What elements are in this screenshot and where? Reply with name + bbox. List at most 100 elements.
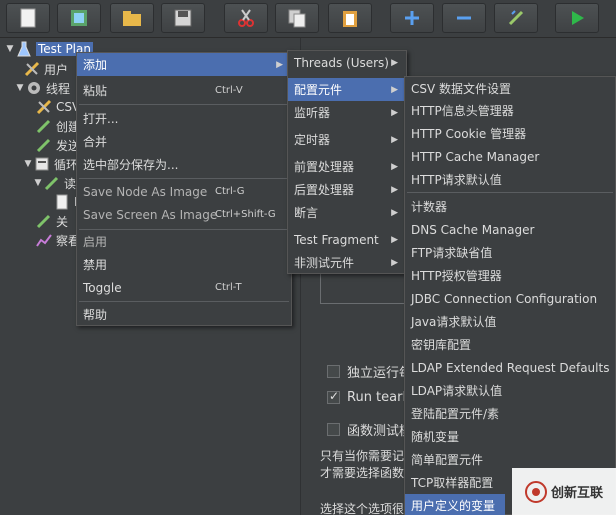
menu-item-java-request-defaults[interactable]: Java请求默认值 xyxy=(405,310,615,333)
menu-item-threads[interactable]: Threads (Users) ▶ xyxy=(288,51,406,74)
menu-item-assertion[interactable]: 断言 ▶ xyxy=(288,201,406,224)
menu-item-csv-data-set[interactable]: CSV 数据文件设置 xyxy=(405,77,615,100)
menu-item-label: 打开... xyxy=(83,112,119,126)
new-button[interactable] xyxy=(6,3,50,33)
open-button[interactable] xyxy=(110,3,154,33)
expand-toggle-icon[interactable]: ▼ xyxy=(32,178,44,188)
menu-item-save-selection[interactable]: 选中部分保存为... xyxy=(77,153,291,176)
menu-item-open[interactable]: 打开... xyxy=(77,107,291,130)
menu-item-label: Threads (Users) xyxy=(294,55,389,70)
menu-item-http-auth-manager[interactable]: HTTP授权管理器 xyxy=(405,264,615,287)
checkbox[interactable] xyxy=(327,423,340,436)
tree-node-loop[interactable]: ▼ 循环 xyxy=(22,155,78,173)
collapse-button[interactable] xyxy=(442,3,486,33)
tree-node-thread-group[interactable]: ▼ 线程 xyxy=(14,79,70,97)
save-button[interactable] xyxy=(161,3,205,33)
menu-item-listener[interactable]: 监听器 ▶ xyxy=(288,101,406,124)
run-independent-checkbox-row[interactable]: 独立运行每 xyxy=(327,362,412,381)
functional-test-checkbox-row[interactable]: 函数测试模 xyxy=(327,420,412,439)
menu-item-paste[interactable]: 粘贴 Ctrl-V xyxy=(77,79,291,102)
copy-button[interactable] xyxy=(275,3,319,33)
tree-node-label: 线程 xyxy=(46,81,71,96)
menu-item-label: LDAP请求默认值 xyxy=(411,384,503,398)
menu-item-label: 定时器 xyxy=(294,133,331,147)
tree-node-create[interactable]: 创建 xyxy=(36,117,80,135)
menu-item-merge[interactable]: 合并 xyxy=(77,130,291,153)
menu-item-non-test-element[interactable]: 非测试元件 ▶ xyxy=(288,251,406,274)
menu-item-label: 断言 xyxy=(294,206,319,220)
menu-item-enable[interactable]: 启用 xyxy=(77,230,291,253)
menu-item-disable[interactable]: 禁用 xyxy=(77,253,291,276)
toggle-button[interactable] xyxy=(494,3,538,33)
menu-item-ldap-request-defaults[interactable]: LDAP请求默认值 xyxy=(405,379,615,402)
menu-item-timer[interactable]: 定时器 ▶ xyxy=(288,128,406,151)
menu-item-add[interactable]: 添加 ▶ xyxy=(77,53,291,76)
tree-node-read[interactable]: ▼ 读 xyxy=(32,174,76,192)
menu-item-http-cookie-manager[interactable]: HTTP Cookie 管理器 xyxy=(405,122,615,145)
shortcut-label: Ctrl-V xyxy=(215,85,243,96)
tree-node-users[interactable]: 用户 xyxy=(24,60,68,78)
templates-icon xyxy=(71,10,87,26)
tree-node-label: 用户 xyxy=(44,62,69,77)
menu-item-label: Test Fragment xyxy=(294,232,379,247)
expand-toggle-icon[interactable]: ▼ xyxy=(22,159,34,169)
menu-item-preprocessor[interactable]: 前置处理器 ▶ xyxy=(288,155,406,178)
expand-toggle-icon[interactable]: ▼ xyxy=(4,44,16,54)
watermark-logo: 创新互联 xyxy=(512,468,616,515)
templates-button[interactable] xyxy=(57,3,101,33)
flask-icon xyxy=(17,41,31,57)
menu-item-test-fragment[interactable]: Test Fragment ▶ xyxy=(288,228,406,251)
paste-button[interactable] xyxy=(328,3,372,33)
menu-item-label: JDBC Connection Configuration xyxy=(411,291,598,306)
tree-node-csv[interactable]: CSV xyxy=(36,98,80,116)
menu-item-http-header-manager[interactable]: HTTP信息头管理器 xyxy=(405,99,615,122)
start-button[interactable] xyxy=(555,3,599,33)
menu-item-label: 合并 xyxy=(83,135,108,149)
menu-item-http-cache-manager[interactable]: HTTP Cache Manager xyxy=(405,145,615,168)
config-element-submenu: CSV 数据文件设置 HTTP信息头管理器 HTTP Cookie 管理器 HT… xyxy=(404,76,616,515)
paste-icon xyxy=(343,11,357,27)
menu-item-postprocessor[interactable]: 后置处理器 ▶ xyxy=(288,178,406,201)
menu-item-toggle[interactable]: Toggle Ctrl-T xyxy=(77,276,291,299)
document-icon xyxy=(56,194,68,210)
menu-item-counter[interactable]: 计数器 xyxy=(405,195,615,218)
tree-node-label: 循环 xyxy=(54,157,79,172)
submenu-arrow-icon: ▶ xyxy=(276,59,283,70)
checkbox[interactable] xyxy=(327,389,340,404)
expand-toggle-icon[interactable]: ▼ xyxy=(14,83,26,93)
new-icon xyxy=(20,8,36,28)
checkbox-label: 独立运行每 xyxy=(347,366,413,381)
menu-item-label: Toggle xyxy=(83,280,122,295)
menu-item-user-defined-variables[interactable]: 用户定义的变量 xyxy=(405,494,505,515)
checkbox[interactable] xyxy=(327,365,340,378)
submenu-arrow-icon: ▶ xyxy=(391,57,398,68)
shortcut-label: Ctrl+Shift-G xyxy=(215,209,276,220)
menu-item-keystore-config[interactable]: 密钥库配置 xyxy=(405,333,615,356)
menu-item-random-variable[interactable]: 随机变量 xyxy=(405,425,615,448)
menu-item-ldap-extended-defaults[interactable]: LDAP Extended Request Defaults xyxy=(405,356,615,379)
start-icon xyxy=(572,11,584,25)
menu-item-label: Java请求默认值 xyxy=(411,315,497,329)
menu-item-help[interactable]: 帮助 xyxy=(77,303,291,326)
pipette-icon xyxy=(36,119,51,134)
menu-item-save-node-image[interactable]: Save Node As Image Ctrl-G xyxy=(77,180,291,203)
tree-node-send[interactable]: 发送 xyxy=(36,136,80,154)
menu-item-label: 非测试元件 xyxy=(294,256,355,270)
cut-button[interactable] xyxy=(224,3,268,33)
checkbox-label: 函数测试模 xyxy=(347,424,413,439)
menu-item-dns-cache-manager[interactable]: DNS Cache Manager xyxy=(405,218,615,241)
menu-item-label: 选中部分保存为... xyxy=(83,158,179,172)
tree-node-view-results[interactable]: 察看 xyxy=(36,231,80,249)
menu-item-label: FTP请求缺省值 xyxy=(411,246,493,260)
menu-item-save-screen-image[interactable]: Save Screen As Image Ctrl+Shift-G xyxy=(77,203,291,226)
menu-item-label: 登陆配置元件/素 xyxy=(411,407,500,421)
open-icon xyxy=(123,11,141,26)
pipette-icon xyxy=(36,138,51,153)
menu-item-http-request-defaults[interactable]: HTTP请求默认值 xyxy=(405,168,615,191)
expand-button[interactable] xyxy=(390,3,434,33)
menu-item-jdbc-connection-config[interactable]: JDBC Connection Configuration xyxy=(405,287,615,310)
tree-node-close[interactable]: 关 xyxy=(36,212,68,230)
menu-item-ftp-request-defaults[interactable]: FTP请求缺省值 xyxy=(405,241,615,264)
menu-item-login-config[interactable]: 登陆配置元件/素 xyxy=(405,402,615,425)
menu-item-config-element[interactable]: 配置元件 ▶ xyxy=(288,78,406,101)
